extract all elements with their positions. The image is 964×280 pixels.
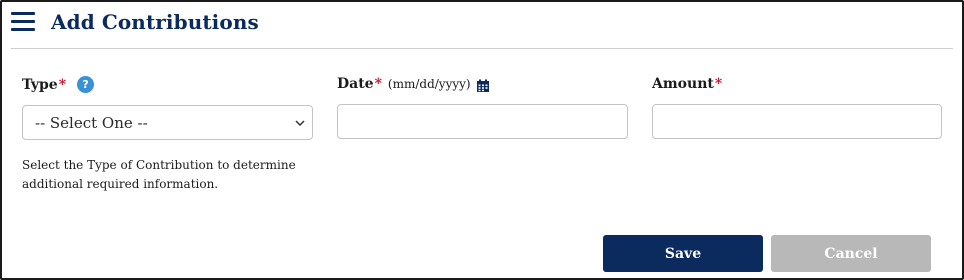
page-title: Add Contributions [51,10,259,34]
date-field-box [337,104,628,139]
date-label: Date [337,76,374,92]
required-mark: * [374,76,382,92]
question-icon[interactable]: ? [77,76,95,93]
calendar-icon[interactable] [476,79,490,93]
type-label-group: Type * ? [22,76,95,93]
amount-input[interactable] [653,105,941,138]
header-divider [11,48,953,49]
type-help-text: Select the Type of Contribution to deter… [22,158,296,191]
type-label: Type [22,76,58,93]
header: Add Contributions [11,8,259,36]
amount-label: Amount [652,76,714,92]
date-format-hint: (mm/dd/yyyy) [387,77,471,91]
save-button[interactable]: Save [603,235,763,272]
date-label-group: Date * (mm/dd/yyyy) [337,76,490,92]
amount-field-box [652,104,942,139]
type-select[interactable]: -- Select One -- [22,105,313,140]
type-select-value: -- Select One -- [35,113,148,132]
required-mark: * [58,76,67,93]
required-mark: * [714,76,723,92]
amount-label-group: Amount * [652,76,722,92]
chevron-down-icon [295,120,305,127]
hamburger-menu-icon[interactable] [11,11,35,33]
cancel-button[interactable]: Cancel [771,235,931,272]
date-input[interactable] [338,105,627,138]
